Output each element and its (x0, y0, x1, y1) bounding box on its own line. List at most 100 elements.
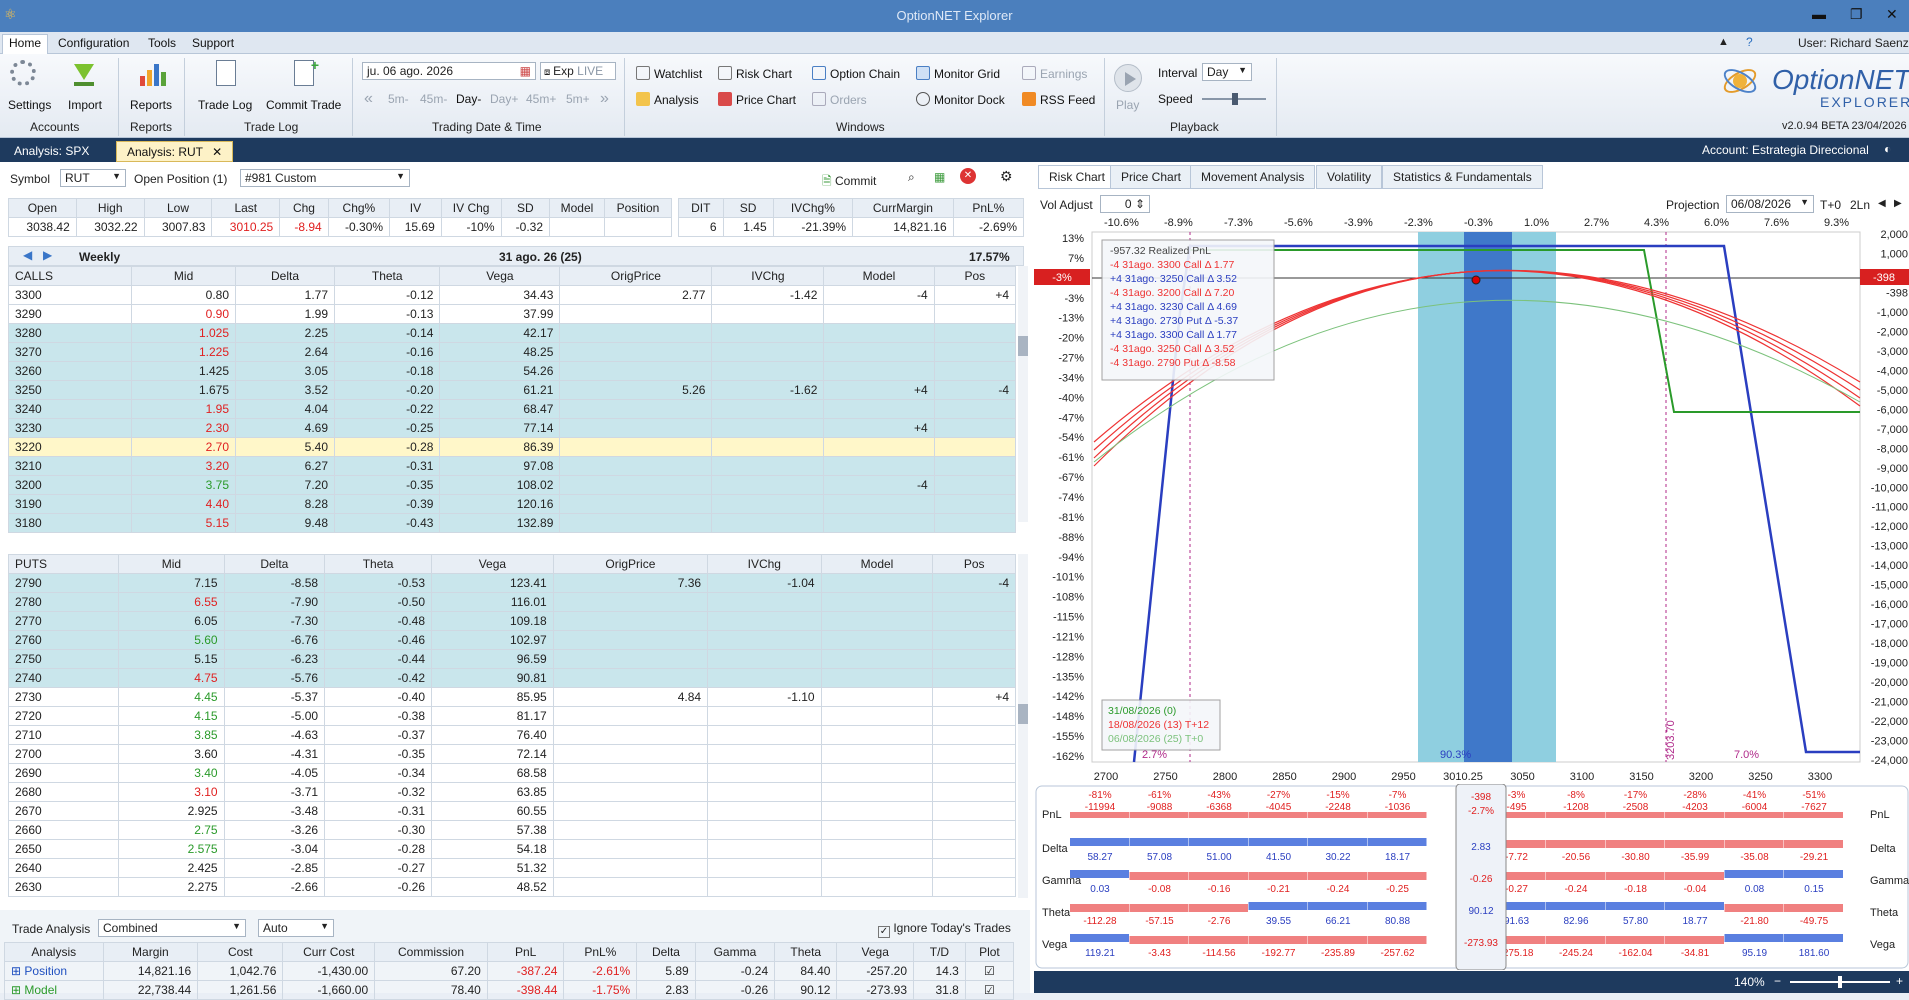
play-icon[interactable] (1114, 64, 1142, 92)
put-row[interactable]: 2740 4.75 -5.76 -0.42 90.81 (7, 668, 1016, 688)
next-expiry-icon[interactable]: ▶ (43, 248, 52, 262)
step-5m-minus[interactable]: 5m- (388, 92, 409, 106)
monitor-dock-button[interactable]: Monitor Dock (916, 92, 1005, 107)
scale-select[interactable]: Auto ▼ (258, 919, 334, 937)
analysis-row[interactable]: ⊞ Model 22,738.44 1,261.56 -1,660.00 78.40 -3… (4, 980, 1015, 1000)
monitor-grid-button[interactable]: Monitor Grid (916, 66, 1000, 81)
put-row[interactable]: 2780 6.55 -7.90 -0.50 116.01 (7, 592, 1016, 612)
collapse-ribbon-icon[interactable]: ▲ (1718, 36, 1729, 48)
calls-scrollbar[interactable] (1018, 266, 1028, 522)
delete-icon[interactable]: ✕ (960, 168, 976, 184)
put-row[interactable]: 2790 7.15 -8.58 -0.53 123.41 7.36 -1.04 -4 (7, 573, 1016, 593)
put-row[interactable]: 2640 2.425 -2.85 -0.27 51.32 (7, 858, 1016, 878)
put-row[interactable]: 2760 5.60 -6.76 -0.46 102.97 (7, 630, 1016, 650)
option-chain-button[interactable]: Option Chain (812, 66, 900, 81)
watchlist-button[interactable]: Watchlist (636, 66, 702, 81)
zoom-in-icon[interactable]: + (1896, 974, 1903, 988)
zoom-out-icon[interactable]: − (1774, 974, 1781, 988)
put-row[interactable]: 2700 3.60 -4.31 -0.35 72.14 (7, 744, 1016, 764)
menu-tools[interactable]: Tools (142, 35, 182, 51)
maximize-icon[interactable]: ❐ (1850, 6, 1863, 23)
analysis-row[interactable]: ⊞ Position 14,821.16 1,042.76 -1,430.00 67.2… (4, 961, 1015, 981)
rss-feed-button[interactable]: RSS Feed (1022, 92, 1095, 107)
call-row[interactable]: 3290 0.90 1.99 -0.13 37.99 (7, 304, 1017, 324)
call-row[interactable]: 3220 2.70 5.40 -0.28 86.39 (7, 437, 1017, 457)
plot-checkbox[interactable]: ☑ (964, 961, 1015, 981)
minimize-icon[interactable]: ▬ (1812, 6, 1826, 22)
interval-select[interactable]: Day ▼ (1202, 63, 1252, 81)
prev-projection-icon[interactable]: ◀ (1878, 198, 1886, 209)
projection-date-select[interactable]: 06/08/2026 ▼ (1726, 195, 1814, 213)
step-5m-plus[interactable]: 5m+ (566, 92, 590, 106)
speed-slider[interactable] (1202, 93, 1266, 105)
call-row[interactable]: 3250 1.675 3.52 -0.20 61.21 5.26 -1.62 +4 -4 (7, 380, 1017, 400)
put-row[interactable]: 2750 5.15 -6.23 -0.44 96.59 (7, 649, 1016, 669)
risk-chart[interactable]: -10.6% -8.9% -7.3% -5.6% -3.9% -2.3% -0.3% 1.0%… (1034, 212, 1909, 792)
call-row[interactable]: 3240 1.95 4.04 -0.22 68.47 (7, 399, 1017, 419)
zoom-slider[interactable] (1790, 976, 1890, 988)
put-row[interactable]: 2650 2.575 -3.04 -0.28 54.18 (7, 839, 1016, 859)
put-row[interactable]: 2730 4.45 -5.37 -0.40 85.95 4.84 -1.10 +4 (7, 687, 1016, 707)
reports-button[interactable]: Reports (130, 98, 172, 112)
tab-risk-chart[interactable]: Risk Chart (1038, 165, 1117, 189)
analysis-button[interactable]: Analysis (636, 92, 699, 107)
prev-expiry-icon[interactable]: ◀ (23, 248, 32, 262)
put-row[interactable]: 2680 3.10 -3.71 -0.32 63.85 (7, 782, 1016, 802)
step-day-plus[interactable]: Day+ (490, 92, 518, 106)
step-day-minus[interactable]: Day- (456, 92, 481, 106)
put-row[interactable]: 2630 2.275 -2.66 -0.26 48.52 (7, 877, 1016, 897)
tab-analysis-spx[interactable]: Analysis: SPX (4, 141, 99, 162)
help-icon[interactable]: ? (1746, 35, 1753, 49)
put-row[interactable]: 2710 3.85 -4.63 -0.37 76.40 (7, 725, 1016, 745)
spreadsheet-icon[interactable]: ▦ (934, 170, 945, 184)
call-row[interactable]: 3210 3.20 6.27 -0.31 97.08 (7, 456, 1017, 476)
tab-statistics[interactable]: Statistics & Fundamentals (1382, 165, 1543, 189)
exp-live-toggle[interactable]: ⧈ Exp LIVE (540, 62, 616, 80)
tab-movement-analysis[interactable]: Movement Analysis (1190, 165, 1316, 189)
call-row[interactable]: 3300 0.80 1.77 -0.12 34.43 2.77 -1.42 -4 +4 (7, 285, 1017, 305)
step-45m-plus[interactable]: 45m+ (526, 92, 556, 106)
symbol-select[interactable]: RUT ▼ (60, 169, 126, 187)
commit-trade-button[interactable]: Commit Trade (266, 98, 341, 112)
menu-support[interactable]: Support (186, 35, 240, 51)
position-select[interactable]: #981 Custom ▼ (240, 169, 410, 187)
menu-home[interactable]: Home (2, 34, 49, 54)
plot-checkbox[interactable]: ☑ (964, 980, 1015, 1000)
call-row[interactable]: 3230 2.30 4.69 -0.25 77.14 +4 (7, 418, 1017, 438)
menu-configuration[interactable]: Configuration (52, 35, 135, 51)
tab-volatility[interactable]: Volatility (1316, 165, 1383, 189)
ignore-today-checkbox[interactable]: ✓ Ignore Today's Trades (878, 921, 1011, 938)
puts-scrollbar[interactable] (1018, 554, 1028, 898)
settings-icon[interactable]: ⚙ (1000, 168, 1013, 185)
call-row[interactable]: 3260 1.425 3.05 -0.18 54.26 (7, 361, 1017, 381)
play-button[interactable]: Play (1116, 98, 1139, 112)
commit-button[interactable]: 🗎 Commit (822, 172, 876, 193)
search-icon[interactable]: ⌕ (908, 170, 915, 185)
vol-adjust-input[interactable]: 0 ⇕ (1100, 195, 1150, 213)
put-row[interactable]: 2720 4.15 -5.00 -0.38 81.17 (7, 706, 1016, 726)
close-icon[interactable]: ✕ (1886, 6, 1898, 23)
put-row[interactable]: 2690 3.40 -4.05 -0.34 68.58 (7, 763, 1016, 783)
import-button[interactable]: Import (68, 98, 102, 112)
step-forward-icon[interactable]: » (600, 90, 609, 108)
step-back-icon[interactable]: « (364, 90, 373, 108)
call-row[interactable]: 3270 1.225 2.64 -0.16 48.25 (7, 342, 1017, 362)
analysis-mode-select[interactable]: Combined ▼ (98, 919, 246, 937)
tab-price-chart[interactable]: Price Chart (1110, 165, 1193, 189)
trading-date-input[interactable]: ju. 06 ago. 2026 ▦ (362, 62, 536, 80)
price-chart-button[interactable]: Price Chart (718, 92, 796, 107)
put-row[interactable]: 2660 2.75 -3.26 -0.30 57.38 (7, 820, 1016, 840)
put-row[interactable]: 2670 2.925 -3.48 -0.31 60.55 (7, 801, 1016, 821)
call-row[interactable]: 3200 3.75 7.20 -0.35 108.02 -4 (7, 475, 1017, 495)
tab-analysis-rut[interactable]: Analysis: RUT ✕ (116, 141, 234, 162)
call-row[interactable]: 3280 1.025 2.25 -0.14 42.17 (7, 323, 1017, 343)
call-row[interactable]: 3180 5.15 9.48 -0.43 132.89 (7, 513, 1017, 533)
settings-button[interactable]: Settings (8, 98, 51, 112)
earnings-button[interactable]: Earnings (1022, 66, 1087, 81)
orders-button[interactable]: Orders (812, 92, 867, 107)
put-row[interactable]: 2770 6.05 -7.30 -0.48 109.18 (7, 611, 1016, 631)
trade-log-button[interactable]: Trade Log (198, 98, 252, 112)
risk-chart-button[interactable]: Risk Chart (718, 66, 792, 81)
call-row[interactable]: 3190 4.40 8.28 -0.39 120.16 (7, 494, 1017, 514)
next-projection-icon[interactable]: ▶ (1894, 198, 1902, 209)
